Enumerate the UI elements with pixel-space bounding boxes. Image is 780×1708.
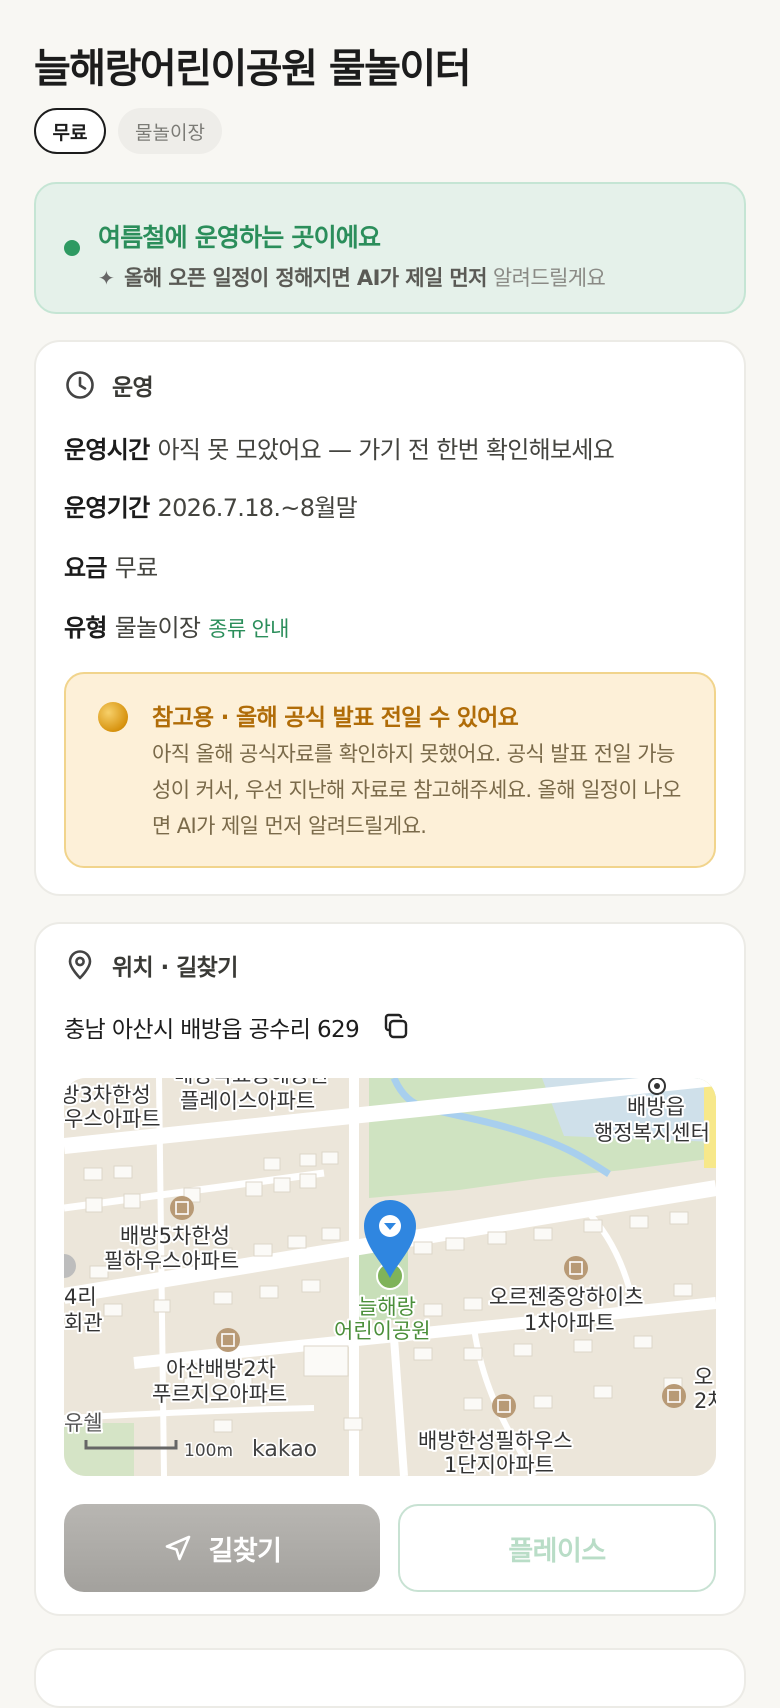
notice-title: 참고용 · 올해 공식 발표 전일 수 있어요 <box>152 705 519 731</box>
location-card: 위치 · 길찾기 충남 아산시 배방읍 공수리 629 방3차한성 우스아파트 … <box>34 922 746 1616</box>
reference-notice: 참고용 · 올해 공식 발표 전일 수 있어요 아직 올해 공식자료를 확인하지… <box>64 672 716 868</box>
map-label: 행정복지센터 <box>594 1121 710 1145</box>
operation-header: 운영 <box>64 368 154 402</box>
season-banner-title: 여름철에 운영하는 곳이에요 <box>98 223 381 252</box>
map-label: 플레이스아파트 <box>180 1089 315 1113</box>
clock-icon <box>66 371 94 399</box>
map-label: 배방한성필하우스 <box>418 1429 573 1453</box>
info-row-key: 유형 <box>64 614 107 642</box>
season-banner-sub-light: 알려드릴게요 <box>492 266 606 290</box>
notice-body: 아직 올해 공식자료를 확인하지 못했어요. 공식 발표 전일 가능성이 커서,… <box>152 742 681 838</box>
navigation-icon <box>166 1535 191 1561</box>
map-provider-logo: kakao <box>252 1437 317 1462</box>
apartment-icon <box>564 1256 588 1280</box>
info-row-value: 2026.7.18.~8월말 <box>157 494 358 522</box>
info-row-value: 아직 못 모았어요 — 가기 전 한번 확인해보세요 <box>157 436 615 464</box>
info-row-fee: 요금 무료 <box>64 548 158 583</box>
map-label: 필하우스아파트 <box>104 1249 239 1273</box>
route-button-label: 길찾기 <box>208 1535 282 1567</box>
season-banner-sub-bold: 올해 오픈 일정이 정해지면 AI가 제일 먼저 <box>124 266 487 290</box>
map-label: 우스아파트 <box>64 1107 161 1131</box>
map-label: 배방읍 <box>627 1095 685 1119</box>
office-icon <box>648 1078 666 1095</box>
marker-label: 어린이공원 <box>334 1319 431 1343</box>
status-dot <box>64 240 80 256</box>
info-row-key: 운영기간 <box>64 494 150 522</box>
map-label: 2차 <box>694 1389 716 1413</box>
apartment-icon <box>662 1384 686 1408</box>
copy-icon[interactable] <box>381 1012 411 1042</box>
sparkle-icon: ✦ <box>98 266 115 290</box>
map-label: 배방5차한성 <box>120 1224 230 1248</box>
info-row-type: 유형 물놀이장 종류 안내 <box>64 608 289 643</box>
place-button[interactable]: 플레이스 <box>398 1504 716 1592</box>
map-label: 1차아파트 <box>524 1311 615 1335</box>
map-label: 유쉘 <box>64 1411 103 1435</box>
map-label: 아산배방2차 <box>166 1357 276 1381</box>
info-row-key: 운영시간 <box>64 436 150 464</box>
info-row-value: 무료 <box>114 554 158 582</box>
map-label: 오 <box>694 1365 713 1389</box>
next-card <box>34 1648 746 1708</box>
location-header: 위치 · 길찾기 <box>64 948 238 982</box>
place-button-label: 플레이스 <box>508 1535 606 1567</box>
map-label: 회관 <box>64 1311 103 1335</box>
map-label: 1단지아파트 <box>444 1453 554 1476</box>
type-guide-link[interactable]: 종류 안내 <box>208 617 289 641</box>
address-row: 충남 아산시 배방읍 공수리 629 <box>64 1010 411 1044</box>
map-label: 오르젠중앙하이츠 <box>489 1285 644 1309</box>
place-detail-page: 늘해랑어린이공원 물놀이터 무료 물놀이장 여름철에 운영하는 곳이에요 ✦ 올해… <box>0 0 780 1708</box>
map-label: 푸르지오아파트 <box>152 1382 287 1406</box>
map-pin-icon <box>68 950 92 980</box>
price-tag[interactable]: 무료 <box>34 108 106 154</box>
location-map[interactable]: 방3차한성 우스아파트 배방극표중해공원 플레이스아파트 배방읍 행정복지센터 … <box>64 1078 716 1476</box>
map-label: 방3차한성 <box>64 1083 151 1107</box>
operation-card: 운영 운영시간 아직 못 모았어요 — 가기 전 한번 확인해보세요 운영기간 20… <box>34 340 746 896</box>
operation-heading: 운영 <box>112 375 154 401</box>
apartment-icon <box>492 1394 516 1418</box>
type-tag[interactable]: 물놀이장 <box>118 108 222 154</box>
info-row-key: 요금 <box>64 554 107 582</box>
apartment-icon <box>216 1328 240 1352</box>
season-banner: 여름철에 운영하는 곳이에요 ✦ 올해 오픈 일정이 정해지면 AI가 제일 먼저… <box>34 182 746 314</box>
apartment-icon <box>170 1196 194 1220</box>
info-row-value: 물놀이장 <box>114 614 201 642</box>
location-heading: 위치 · 길찾기 <box>112 955 238 981</box>
marker-label: 늘해랑 <box>358 1295 416 1319</box>
coin-icon <box>98 702 128 732</box>
route-button[interactable]: 길찾기 <box>64 1504 380 1592</box>
season-banner-subtitle: ✦ 올해 오픈 일정이 정해지면 AI가 제일 먼저 알려드릴게요 <box>98 262 606 292</box>
address-text: 충남 아산시 배방읍 공수리 629 <box>64 1017 360 1043</box>
info-row-period: 운영기간 2026.7.18.~8월말 <box>64 488 358 523</box>
map-label: 배방극표중해공원 <box>174 1078 329 1087</box>
scale-label: 100m <box>184 1441 233 1461</box>
info-row-hours: 운영시간 아직 못 모았어요 — 가기 전 한번 확인해보세요 <box>64 430 615 465</box>
map-label: 4리 <box>64 1285 97 1309</box>
page-title: 늘해랑어린이공원 물놀이터 <box>34 46 472 92</box>
